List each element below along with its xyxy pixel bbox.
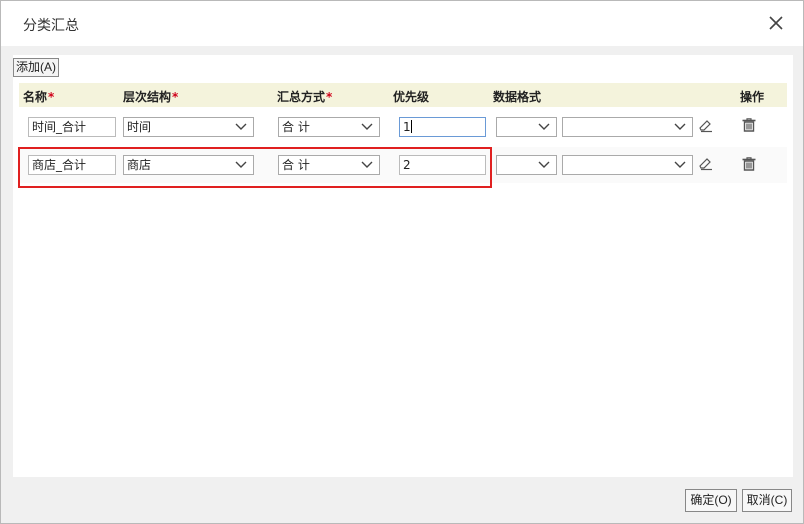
- hierarchy-value: 时间: [127, 120, 152, 134]
- content-area: 添加(A) 名称* 层次结构* 汇总方式* 优先级 数据格式 操作 时间_合计 …: [13, 55, 793, 477]
- trash-icon[interactable]: [741, 156, 757, 172]
- method-value: 合 计: [282, 120, 310, 134]
- chevron-down-icon: [538, 161, 550, 169]
- column-method-header: 汇总方式*: [277, 90, 333, 104]
- ok-button[interactable]: 确定(O): [685, 489, 737, 512]
- table-row: 商店_合计 商店 合 计 2: [19, 147, 787, 183]
- format-value-select[interactable]: [562, 117, 693, 137]
- hierarchy-select[interactable]: 商店: [123, 155, 254, 175]
- hierarchy-select[interactable]: 时间: [123, 117, 254, 137]
- column-name-header: 名称*: [23, 90, 55, 104]
- method-select[interactable]: 合 计: [278, 117, 380, 137]
- add-button[interactable]: 添加(A): [13, 58, 59, 77]
- chevron-down-icon: [674, 123, 686, 131]
- priority-input[interactable]: 1: [399, 117, 486, 137]
- trash-icon[interactable]: [741, 117, 757, 133]
- column-action-header: 操作: [740, 90, 765, 104]
- text-caret: [410, 120, 412, 133]
- title-bar: 分类汇总: [1, 1, 803, 46]
- summary-dialog: 分类汇总 添加(A) 名称* 层次结构* 汇总方式* 优先级 数据格式 操作 时…: [0, 0, 804, 524]
- chevron-down-icon: [361, 123, 373, 131]
- column-priority-header: 优先级: [393, 90, 430, 104]
- eraser-icon[interactable]: [698, 155, 714, 171]
- table-row: 时间_合计 时间 合 计 1: [19, 109, 787, 145]
- priority-input[interactable]: 2: [399, 155, 486, 175]
- dialog-title: 分类汇总: [23, 18, 79, 34]
- table-header: 名称* 层次结构* 汇总方式* 优先级 数据格式 操作: [19, 83, 787, 107]
- name-input[interactable]: 商店_合计: [28, 155, 116, 175]
- format-type-select[interactable]: [496, 117, 557, 137]
- hierarchy-value: 商店: [127, 158, 152, 172]
- method-select[interactable]: 合 计: [278, 155, 380, 175]
- column-format-header: 数据格式: [493, 90, 542, 104]
- chevron-down-icon: [674, 161, 686, 169]
- format-type-select[interactable]: [496, 155, 557, 175]
- close-icon[interactable]: [767, 14, 785, 32]
- cancel-button[interactable]: 取消(C): [742, 489, 792, 512]
- chevron-down-icon: [235, 161, 247, 169]
- eraser-icon[interactable]: [698, 117, 714, 133]
- column-hierarchy-header: 层次结构*: [123, 90, 179, 104]
- name-input[interactable]: 时间_合计: [28, 117, 116, 137]
- method-value: 合 计: [282, 158, 310, 172]
- chevron-down-icon: [361, 161, 373, 169]
- format-value-select[interactable]: [562, 155, 693, 175]
- chevron-down-icon: [538, 123, 550, 131]
- priority-value: 1: [403, 120, 411, 134]
- chevron-down-icon: [235, 123, 247, 131]
